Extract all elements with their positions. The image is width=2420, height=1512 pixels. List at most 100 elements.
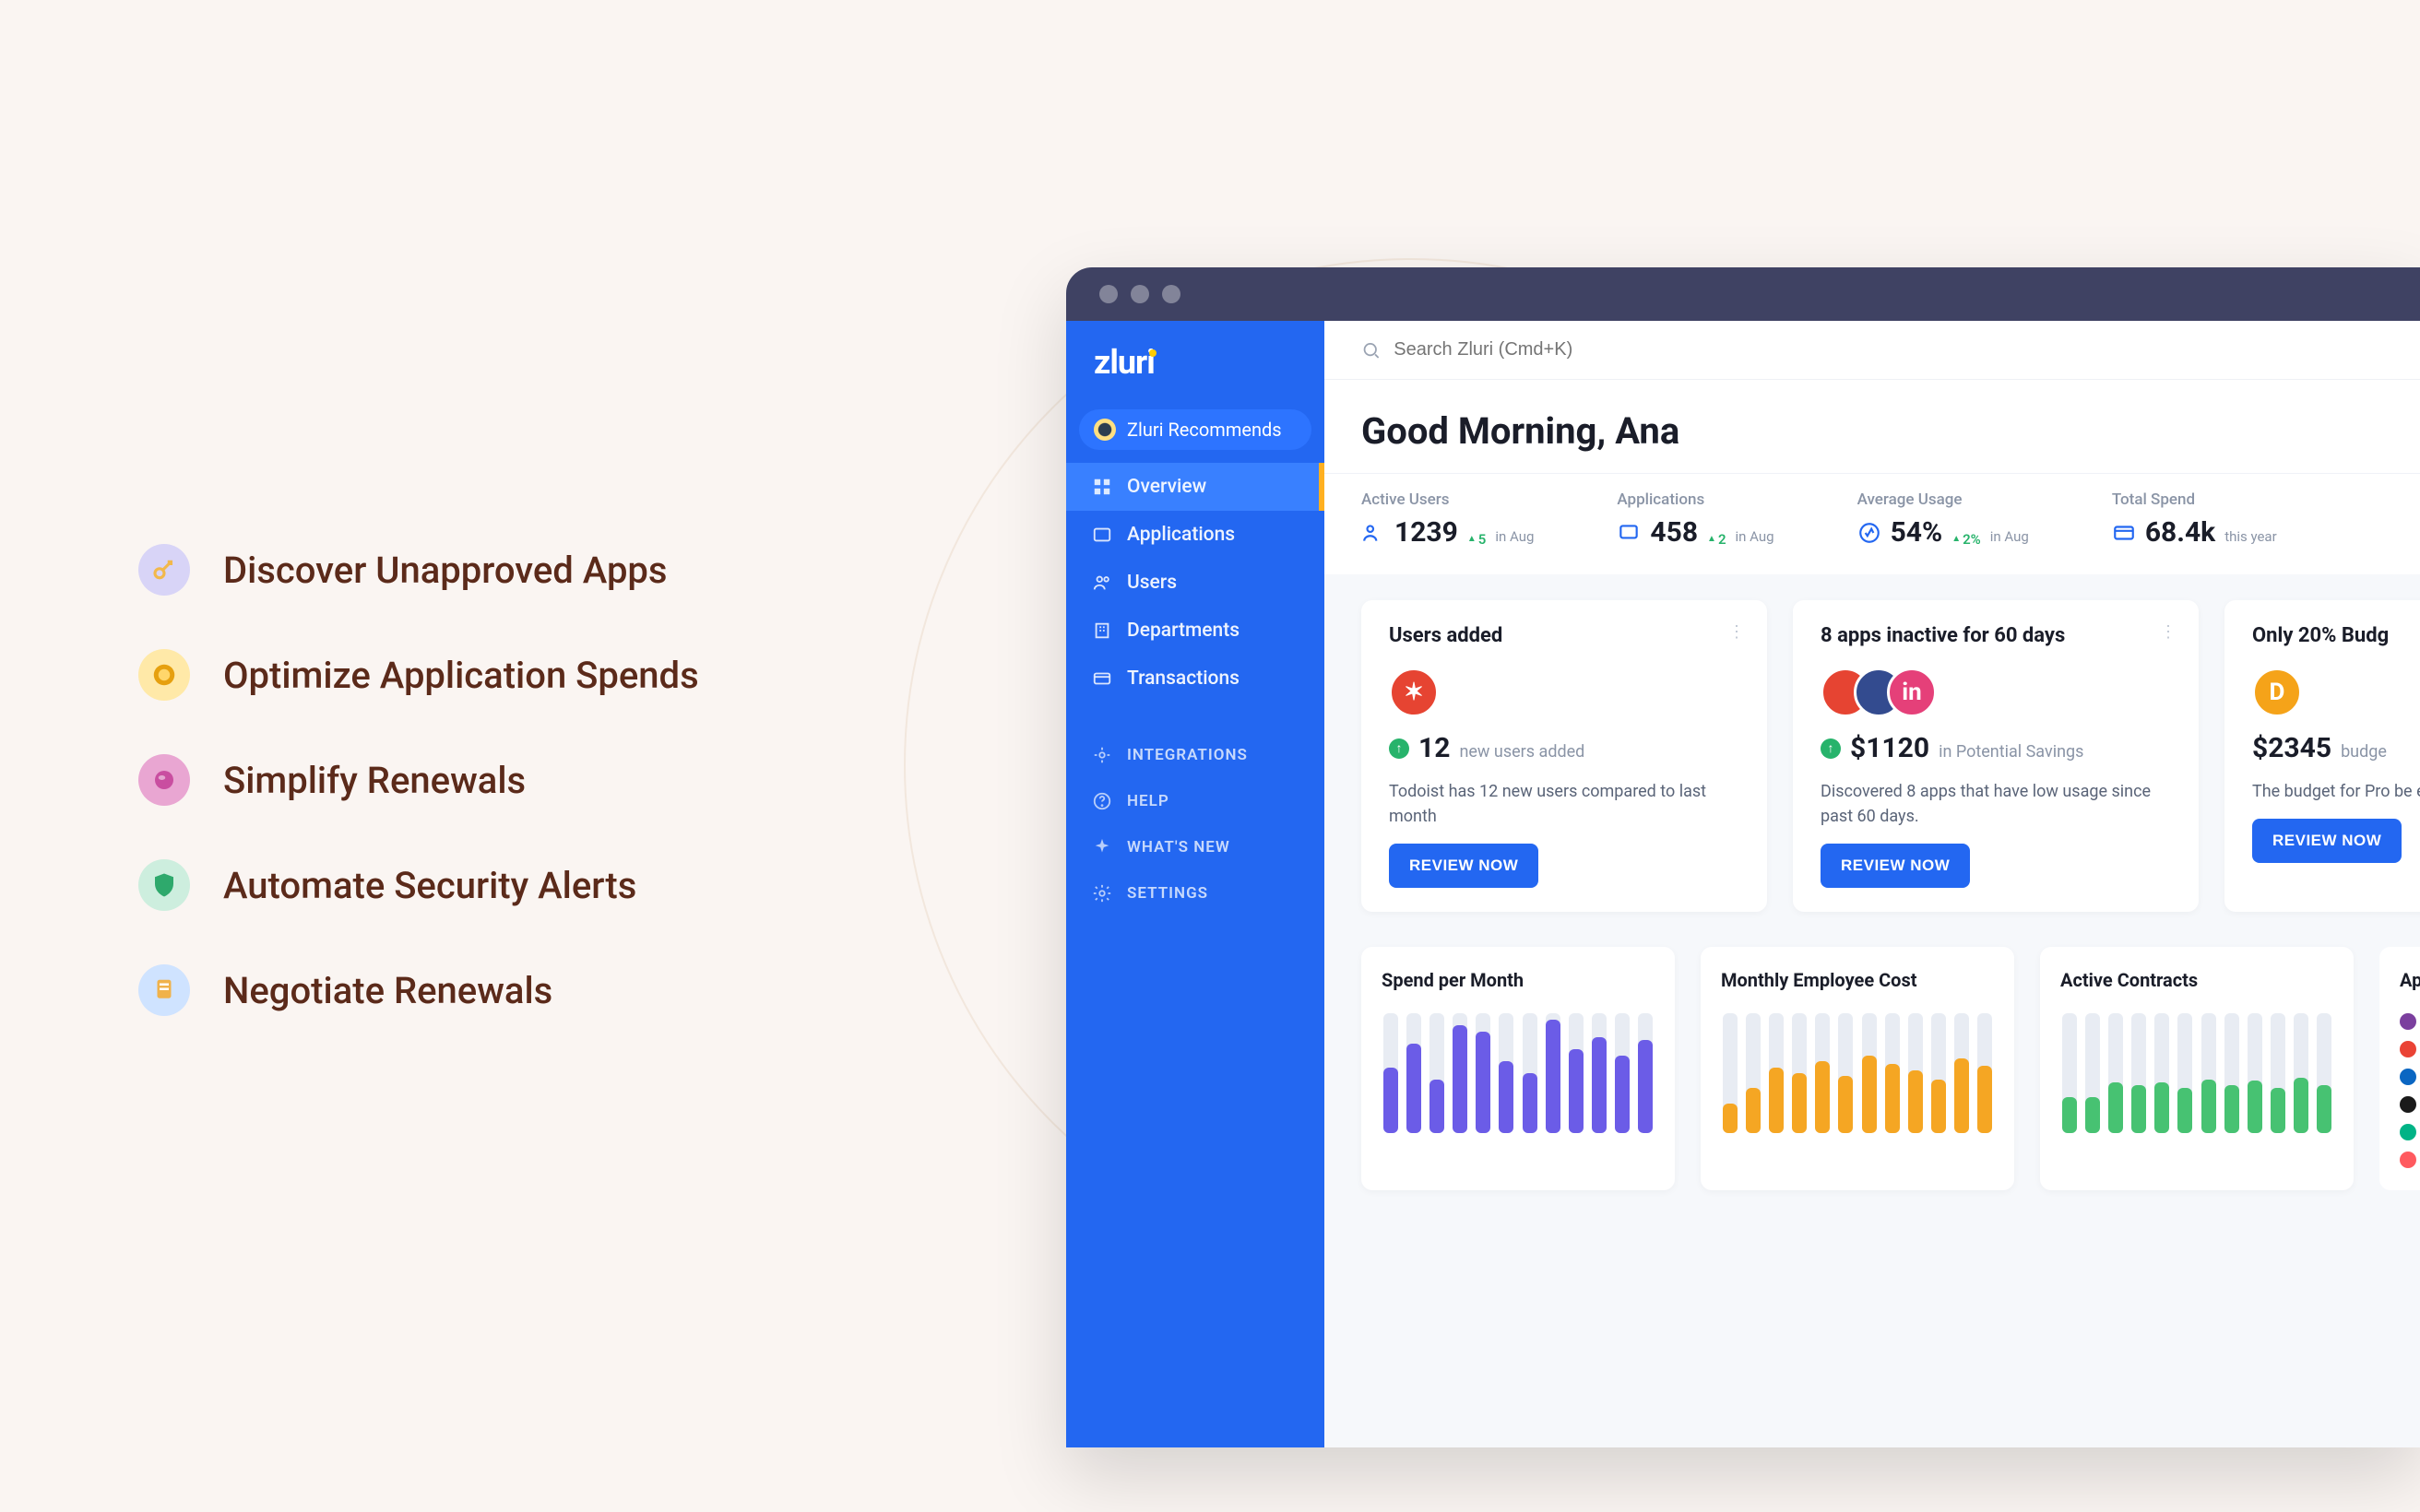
building-icon xyxy=(1092,620,1112,641)
recommendation-card: ⋮8 apps inactive for 60 daysin↑$1120in P… xyxy=(1793,600,2199,912)
stat-delta: 5 xyxy=(1467,531,1486,548)
stat-value: 458 xyxy=(1650,516,1698,549)
sidebar-item-overview[interactable]: Overview xyxy=(1066,463,1324,511)
sidebar-item-label: SETTINGS xyxy=(1127,884,1208,903)
metric-value: $2345 xyxy=(2252,732,2331,764)
avatar: D xyxy=(2252,667,2302,717)
logo-text: zluri xyxy=(1094,343,1155,382)
metric-label: new users added xyxy=(1459,742,1584,762)
sidebar-item-applications[interactable]: Applications xyxy=(1066,511,1324,559)
shield-icon xyxy=(138,859,190,911)
card-title: Only 20% Budg xyxy=(2252,624,2420,647)
chart-title: Spend per Month xyxy=(1382,969,1655,991)
sidebar-item-transactions[interactable]: Transactions xyxy=(1066,655,1324,703)
stat-period: in Aug xyxy=(1990,528,2029,545)
sidebar-item-label: Transactions xyxy=(1127,667,1240,690)
apps-list-card: Ap xyxy=(2379,947,2420,1190)
app-dot-icon xyxy=(2400,1152,2416,1168)
traffic-light-min[interactable] xyxy=(1131,285,1149,303)
chart-bar xyxy=(1930,1013,1948,1133)
stat-avg-usage: Average Usage 54% 2% in Aug xyxy=(1857,490,2029,549)
recommends-icon xyxy=(1094,419,1116,441)
metric-value: $1120 xyxy=(1850,732,1929,764)
coin-icon xyxy=(138,649,190,701)
feature-negotiate-renewals: Negotiate Renewals xyxy=(138,964,699,1016)
review-now-button[interactable]: REVIEW NOW xyxy=(1821,844,1970,888)
chart-bar xyxy=(1953,1013,1971,1133)
chart-bar xyxy=(1906,1013,1924,1133)
arrow-up-icon: ↑ xyxy=(1389,738,1409,759)
users-icon xyxy=(1092,573,1112,593)
avatar: ✶ xyxy=(1389,667,1439,717)
stat-applications: Applications 458 2 in Aug xyxy=(1617,490,1773,549)
chart-title: Monthly Employee Cost xyxy=(1721,969,1994,991)
chart-bar xyxy=(2083,1013,2101,1133)
window-titlebar xyxy=(1066,267,2420,321)
apps-list xyxy=(2400,1013,2420,1168)
chart-bar xyxy=(1521,1013,1538,1133)
card-avatars: ✶ xyxy=(1389,667,1739,717)
main-content: Good Morning, Ana Active Users 1239 5 in… xyxy=(1324,321,2420,1447)
app-dot-icon xyxy=(2400,1124,2416,1140)
chart-bars xyxy=(1382,1013,1655,1133)
sidebar-item-whatsnew[interactable]: WHAT'S NEW xyxy=(1066,824,1324,870)
stat-period: in Aug xyxy=(1495,528,1534,545)
chart-bar xyxy=(1976,1013,1994,1133)
feature-optimize-spends: Optimize Application Spends xyxy=(138,649,699,701)
grid-icon xyxy=(1092,477,1112,497)
stat-value: 68.4k xyxy=(2145,516,2215,549)
sidebar-item-recommends[interactable]: Zluri Recommends xyxy=(1079,409,1311,450)
chart-bar xyxy=(2246,1013,2263,1133)
chart-bar xyxy=(1767,1013,1785,1133)
chart-bar xyxy=(1382,1013,1399,1133)
chart-bar xyxy=(1475,1013,1492,1133)
chart-bar xyxy=(1567,1013,1584,1133)
stat-total-spend: Total Spend 68.4k this year xyxy=(2112,490,2277,549)
card-metric: ↑ 12 new users added xyxy=(1389,732,1739,764)
feature-label: Optimize Application Spends xyxy=(223,654,699,697)
sidebar-item-help[interactable]: HELP xyxy=(1066,778,1324,824)
sidebar-item-label: Overview xyxy=(1127,476,1206,498)
sidebar-item-departments[interactable]: Departments xyxy=(1066,607,1324,655)
sidebar-item-users[interactable]: Users xyxy=(1066,559,1324,607)
sidebar-item-label: Zluri Recommends xyxy=(1127,419,1282,441)
search-bar xyxy=(1324,321,2420,380)
chart-card: Spend per Month xyxy=(1361,947,1675,1190)
review-now-button[interactable]: REVIEW NOW xyxy=(1389,844,1538,888)
chart-bar xyxy=(1637,1013,1655,1133)
sidebar-item-integrations[interactable]: INTEGRATIONS xyxy=(1066,732,1324,778)
traffic-light-max[interactable] xyxy=(1162,285,1180,303)
stat-label: Average Usage xyxy=(1857,490,2029,509)
chart-bars xyxy=(1721,1013,1994,1133)
app-dot-icon xyxy=(2400,1096,2416,1113)
page-title: Good Morning, Ana xyxy=(1361,409,2383,453)
chart-bar xyxy=(2153,1013,2171,1133)
review-now-button[interactable]: REVIEW NOW xyxy=(2252,819,2402,863)
card-menu-icon[interactable]: ⋮ xyxy=(2160,622,2178,642)
search-input[interactable] xyxy=(1394,339,2383,360)
chart-bar xyxy=(1428,1013,1445,1133)
chart-bar xyxy=(1860,1013,1878,1133)
metric-label: in Potential Savings xyxy=(1939,742,2083,762)
avatar: in xyxy=(1887,667,1937,717)
metric-value: 12 xyxy=(1418,732,1450,764)
arrow-up-icon: ↑ xyxy=(1821,738,1841,759)
feature-list: Discover Unapproved Apps Optimize Applic… xyxy=(138,544,699,1016)
feature-simplify-renewals: Simplify Renewals xyxy=(138,754,699,806)
card-metric: $2345 budge xyxy=(2252,732,2420,764)
app-dot-icon xyxy=(2400,1013,2416,1030)
traffic-light-close[interactable] xyxy=(1099,285,1118,303)
feature-security-alerts: Automate Security Alerts xyxy=(138,859,699,911)
card-menu-icon[interactable]: ⋮ xyxy=(1728,622,1747,642)
sidebar-item-label: INTEGRATIONS xyxy=(1127,746,1248,764)
recommendation-card: ⋮Users added✶↑12new users addedTodoist h… xyxy=(1361,600,1767,912)
metric-label: budge xyxy=(2341,742,2387,762)
note-icon xyxy=(138,964,190,1016)
chart-bar xyxy=(2177,1013,2194,1133)
sidebar-item-settings[interactable]: SETTINGS xyxy=(1066,870,1324,916)
stat-label: Total Spend xyxy=(2112,490,2277,509)
card-icon xyxy=(1092,668,1112,689)
app-dot-icon xyxy=(2400,1041,2416,1057)
card-metric: ↑ $1120 in Potential Savings xyxy=(1821,732,2171,764)
chart-bar xyxy=(1814,1013,1832,1133)
